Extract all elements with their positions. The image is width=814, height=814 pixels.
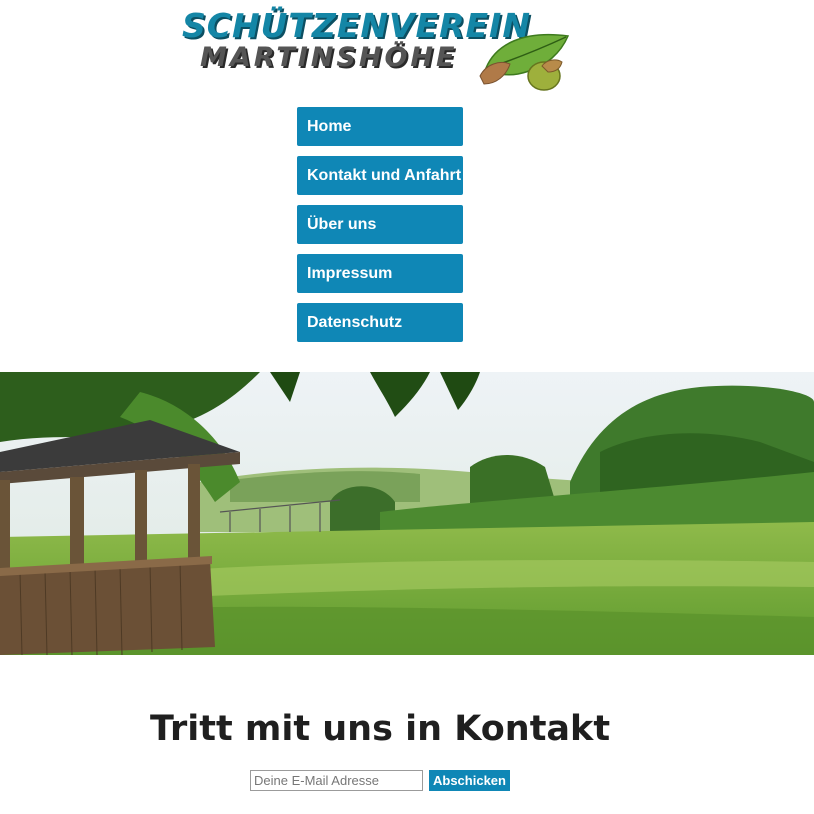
nav-item-home[interactable]: Home <box>297 107 463 146</box>
nav-item-kontakt-und-anfahrt[interactable]: Kontakt und Anfahrt <box>297 156 463 195</box>
site-logo[interactable]: SCHÜTZENVEREIN MARTINSHÖHE <box>182 4 578 94</box>
submit-button[interactable]: Abschicken <box>429 770 510 791</box>
nav-item-datenschutz[interactable]: Datenschutz <box>297 303 463 342</box>
email-input[interactable] <box>250 770 423 791</box>
contact-heading: Tritt mit uns in Kontakt <box>149 709 611 750</box>
logo-subtitle: MARTINSHÖHE <box>200 42 458 73</box>
main-navigation: Home Kontakt und Anfahrt Über uns Impres… <box>297 107 463 352</box>
oak-leaf-acorn-icon <box>479 33 570 91</box>
landscape-photo <box>0 372 814 655</box>
nav-item-ueber-uns[interactable]: Über uns <box>297 205 463 244</box>
nav-item-impressum[interactable]: Impressum <box>297 254 463 293</box>
hero-image <box>0 372 814 655</box>
